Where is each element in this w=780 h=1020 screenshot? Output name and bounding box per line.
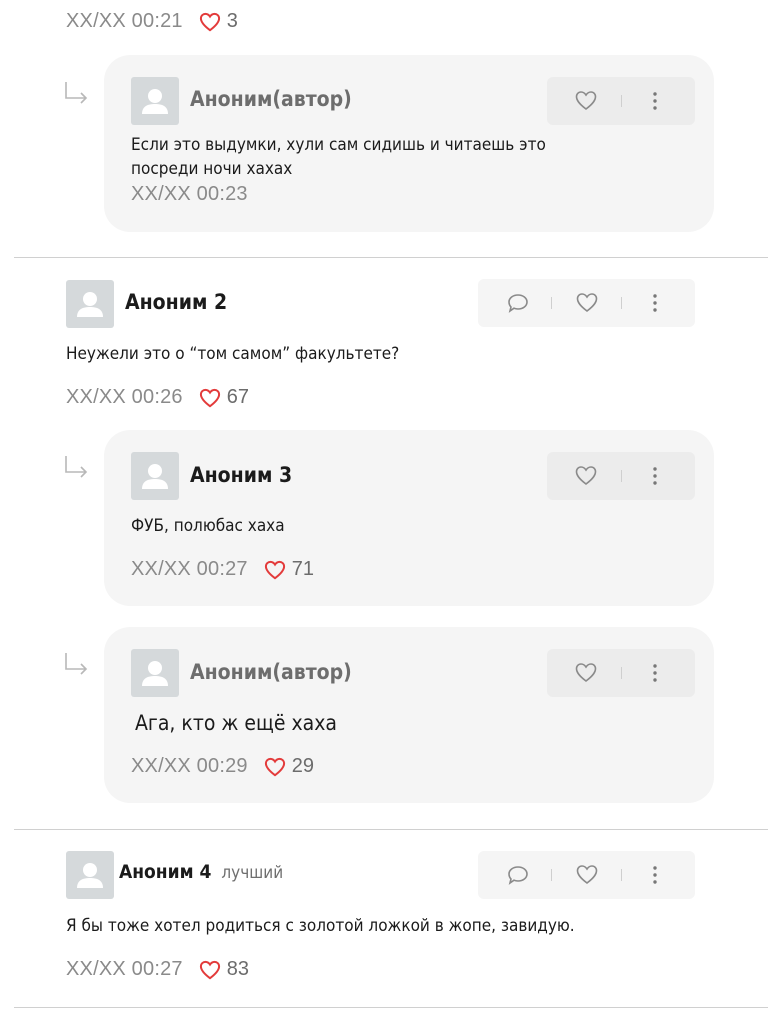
heart-icon[interactable] (574, 464, 598, 488)
like-count: 67 (226, 386, 249, 408)
heart-icon[interactable] (574, 89, 598, 113)
user-silhouette-icon (77, 863, 103, 888)
comment-meta-top: XX/XX 00:21 3 (66, 10, 238, 33)
comment-meta: XX/XX 00:26 67 (66, 386, 249, 409)
heart-icon[interactable] (199, 960, 221, 980)
heart-icon[interactable] (264, 757, 286, 777)
comment-time: XX/XX 00:23 (131, 183, 248, 205)
divider (14, 257, 768, 258)
comment-text: Я бы тоже хотел родиться с золотой ложко… (66, 916, 575, 936)
avatar[interactable] (131, 77, 179, 125)
comment-text: ФУБ, полюбас хаха (131, 516, 285, 536)
separator (621, 95, 622, 107)
comment-meta: XX/XX 00:27 83 (66, 958, 249, 981)
divider (14, 829, 768, 830)
separator (621, 470, 622, 482)
heart-icon[interactable] (574, 661, 598, 685)
separator (621, 297, 622, 309)
reply-arrow-icon (65, 456, 88, 478)
comment-time: XX/XX 00:29 (131, 755, 248, 777)
reply-card: Аноним(автор) Если это выдумки, хули сам… (104, 55, 714, 232)
comment-meta: XX/XX 00:29 29 (131, 755, 314, 778)
avatar[interactable] (66, 851, 114, 899)
reply-card: Аноним(автор) Ага, кто ж ещё хаха XX/XX … (104, 627, 714, 803)
like-count: 71 (291, 558, 314, 580)
comment-actions (547, 649, 695, 697)
comment-meta: XX/XX 00:27 71 (131, 558, 314, 581)
separator (621, 667, 622, 679)
comment-time: XX/XX 00:27 (66, 958, 183, 980)
comment-actions (478, 279, 695, 327)
separator (551, 869, 552, 881)
heart-icon[interactable] (264, 560, 286, 580)
more-vertical-icon[interactable] (643, 89, 667, 113)
reply-arrow-icon (65, 653, 88, 675)
comment-actions (478, 851, 695, 899)
comment-time: XX/XX 00:21 (66, 10, 183, 32)
comment-text: Ага, кто ж ещё хаха (135, 711, 337, 735)
comment-text: Если это выдумки, хули сам сидишь и чита… (131, 135, 546, 179)
comment-icon[interactable] (506, 863, 530, 887)
like-count: 3 (226, 10, 238, 32)
more-vertical-icon[interactable] (643, 863, 667, 887)
heart-icon[interactable] (199, 12, 221, 32)
comment-time: XX/XX 00:26 (66, 386, 183, 408)
separator (621, 869, 622, 881)
avatar[interactable] (66, 280, 114, 328)
like-count: 83 (226, 958, 249, 980)
user-silhouette-icon (142, 464, 168, 489)
comment-icon[interactable] (506, 291, 530, 315)
user-silhouette-icon (142, 661, 168, 686)
comment-actions (547, 77, 695, 125)
best-badge: лучший (221, 863, 284, 883)
heart-icon[interactable] (575, 863, 599, 887)
author-name[interactable]: Аноним 4 лучший (119, 861, 283, 883)
author-name[interactable]: Аноним(автор) (190, 660, 352, 684)
reply-card: Аноним 3 ФУБ, полюбас хаха XX/XX 00:27 7… (104, 430, 714, 606)
heart-icon[interactable] (575, 291, 599, 315)
avatar[interactable] (131, 649, 179, 697)
author-name[interactable]: Аноним 3 (190, 463, 292, 487)
divider (14, 1007, 768, 1008)
separator (551, 297, 552, 309)
comment-text: Неужели это о “том самом” факультете? (66, 344, 400, 364)
comment-meta: XX/XX 00:23 (131, 183, 264, 206)
more-vertical-icon[interactable] (643, 291, 667, 315)
more-vertical-icon[interactable] (643, 464, 667, 488)
user-silhouette-icon (142, 89, 168, 114)
author-name[interactable]: Аноним(автор) (190, 87, 352, 111)
reply-arrow-icon (65, 82, 88, 104)
author-name[interactable]: Аноним 2 (125, 290, 227, 314)
author-name-text: Аноним 4 (119, 861, 212, 883)
avatar[interactable] (131, 452, 179, 500)
comment-actions (547, 452, 695, 500)
more-vertical-icon[interactable] (643, 661, 667, 685)
comment-time: XX/XX 00:27 (131, 558, 248, 580)
like-count: 29 (291, 755, 314, 777)
user-silhouette-icon (77, 292, 103, 317)
heart-icon[interactable] (199, 388, 221, 408)
